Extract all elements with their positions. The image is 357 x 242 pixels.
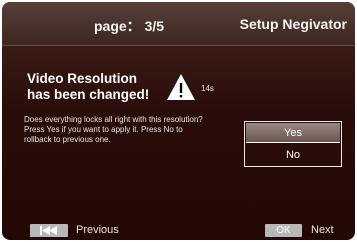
page-indicator: page： 3/5 <box>94 18 165 34</box>
previous-label[interactable]: Previous <box>76 224 119 236</box>
warning-icon <box>166 73 196 101</box>
header-title: Setup Negivator <box>239 16 347 32</box>
dialog-title: Video Resolution has been changed! <box>27 71 149 103</box>
previous-button[interactable] <box>30 224 68 237</box>
skip-back-icon <box>40 226 57 235</box>
message-line-2: Press Yes if you want to apply it. Press… <box>24 125 183 134</box>
message-line-1: Does everything locks all right with thi… <box>24 115 203 124</box>
countdown-timer: 14s <box>201 84 214 93</box>
next-label[interactable]: Next <box>311 224 334 236</box>
dialog-title-line-1: Video Resolution <box>27 71 138 86</box>
options-list: Yes No <box>244 121 342 167</box>
header-bar: page： 3/5 Setup Negivator <box>2 2 355 46</box>
dialog-title-line-2: has been changed! <box>27 87 150 102</box>
setup-screen: page： 3/5 Setup Negivator Video Resoluti… <box>2 2 355 240</box>
yes-option[interactable]: Yes <box>246 123 340 143</box>
message-line-3: rollback to previous one. <box>24 135 111 144</box>
dialog-message: Does everything locks all right with thi… <box>24 115 244 145</box>
no-option[interactable]: No <box>246 145 340 165</box>
ok-button[interactable]: OK <box>265 224 302 237</box>
